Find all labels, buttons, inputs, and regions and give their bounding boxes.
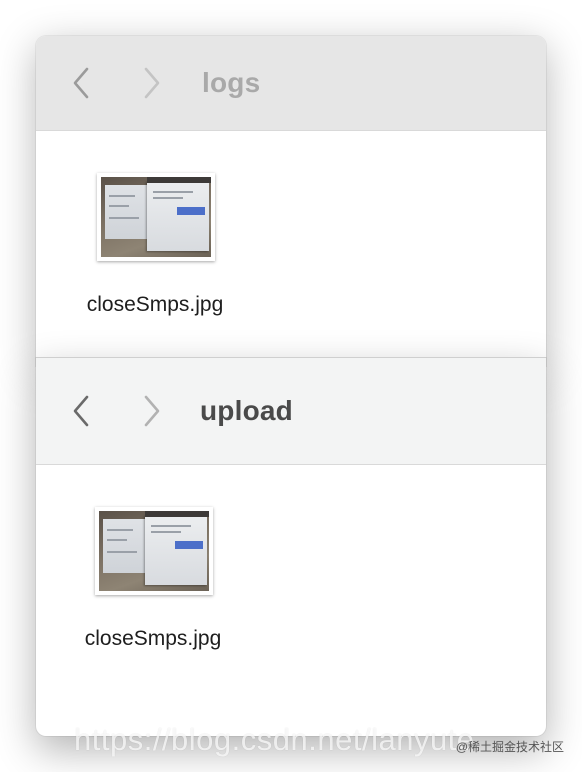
image-thumbnail-icon [95,507,213,595]
folder-title: logs [202,67,261,98]
forward-button[interactable] [140,66,164,100]
chevron-right-icon [144,67,160,99]
finder-window-upload[interactable]: upload closeSmps.jpg [36,358,546,736]
finder-window-logs[interactable]: logs closeSmps.jpg [36,36,546,366]
chevron-right-icon [144,395,160,427]
chevron-left-icon [73,67,89,99]
back-button[interactable] [69,66,93,100]
file-name: closeSmps.jpg [86,293,224,316]
desktop-stage: logs closeSmps.jpg upload closeSmps.jpg … [0,0,582,772]
folder-title: upload [200,395,293,426]
chevron-left-icon [73,395,89,427]
file-list: closeSmps.jpg [36,465,546,736]
back-button[interactable] [69,394,93,428]
window-toolbar: logs [36,36,546,131]
file-item[interactable]: closeSmps.jpg [70,171,260,351]
file-list: closeSmps.jpg [36,131,546,366]
file-name: closeSmps.jpg [84,627,222,650]
watermark-site: @稀土掘金技术社区 [455,740,564,754]
forward-button[interactable] [140,394,164,428]
file-item[interactable]: closeSmps.jpg [68,505,258,685]
watermark-url: https://blog.csdn.net/lanyute [74,722,475,757]
window-toolbar: upload [36,358,546,465]
image-thumbnail-icon [97,173,215,261]
